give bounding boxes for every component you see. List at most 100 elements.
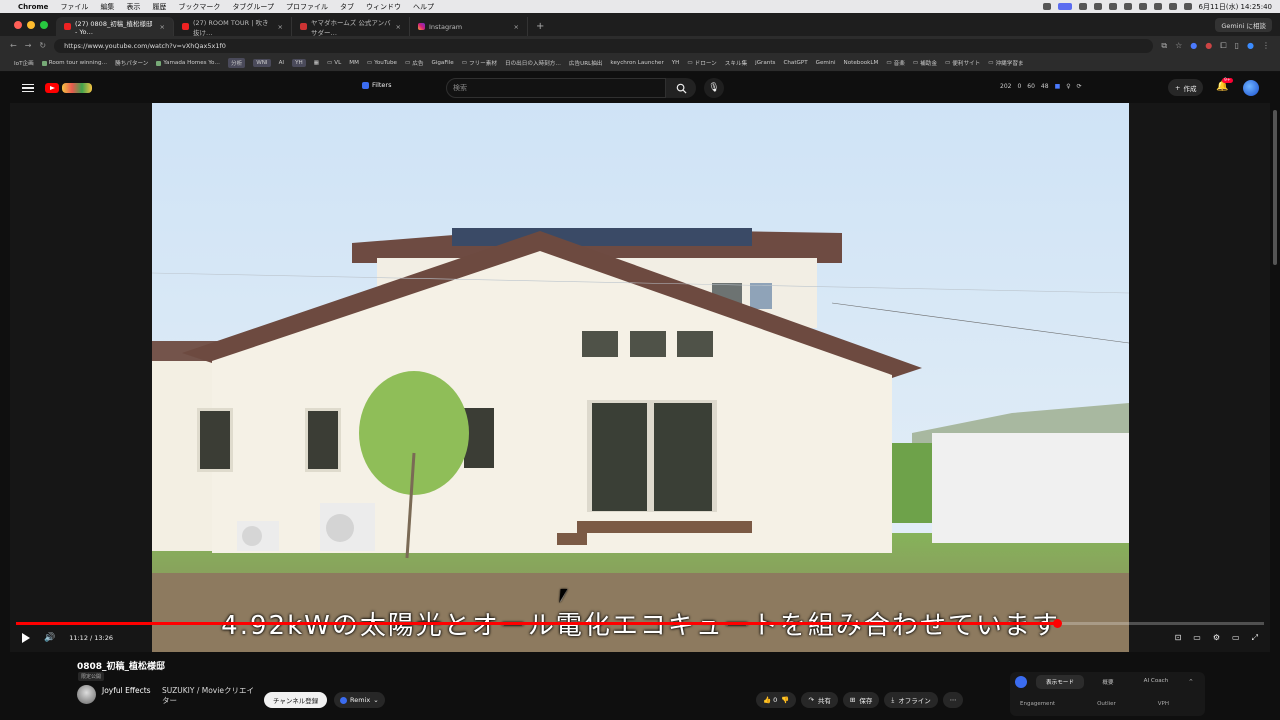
menu-edit[interactable]: 編集 [100, 2, 114, 12]
bookmark-folder[interactable]: ▭ 補助金 [913, 59, 937, 67]
gemini-button[interactable]: Gemini に相談 [1215, 18, 1272, 32]
remix-button[interactable]: Remix ⌄ [334, 692, 385, 708]
notifications-bell-icon[interactable]: 🔔 9+ [1216, 78, 1233, 92]
bookmark-folder[interactable]: ▭ 音楽 [886, 59, 905, 67]
menu-history[interactable]: 履歴 [152, 2, 166, 12]
zoom-window-button[interactable] [40, 21, 48, 29]
menu-tabgroups[interactable]: タブグループ [232, 2, 274, 12]
voice-search-mic-icon[interactable]: 🎙 [704, 78, 724, 98]
bookmark-item[interactable]: Yamada Homes Yo… [156, 60, 220, 66]
bookmark-item[interactable]: jGrants [755, 60, 775, 66]
profile-avatar-icon[interactable]: ● [1247, 41, 1254, 51]
segment-display-mode[interactable]: 表示モード [1036, 675, 1084, 689]
ext-logo-icon[interactable] [1015, 676, 1027, 688]
like-button[interactable]: 👍 0 [763, 696, 777, 704]
bookmark-item[interactable]: Room tour winning… [41, 60, 107, 66]
tray-icon[interactable] [1093, 3, 1102, 10]
menu-tab[interactable]: タブ [340, 2, 354, 12]
bookmark-item[interactable]: スキル集 [725, 59, 747, 67]
browser-tab[interactable]: (27) 0808_初稿_植松様邸 - Yo… × [56, 17, 174, 36]
reload-icon[interactable]: ↻ [39, 41, 46, 50]
bookmark-folder[interactable]: ▭ YouTube [367, 60, 397, 66]
save-button[interactable]: ⊞ 保存 [842, 692, 880, 708]
bookmark-folder[interactable]: ▭ ドローン [687, 59, 716, 67]
fullscreen-icon[interactable]: ⤢ [1252, 633, 1258, 643]
sidebar-icon[interactable]: ▯ [1235, 41, 1239, 51]
extension-icon[interactable]: ● [1190, 41, 1197, 51]
close-tab-icon[interactable]: × [278, 23, 283, 31]
page-scrollbar[interactable] [1273, 110, 1277, 265]
subtitles-icon[interactable]: ▭ [1193, 633, 1201, 643]
menu-file[interactable]: ファイル [60, 2, 88, 12]
account-avatar[interactable] [1243, 80, 1259, 96]
tray-icon[interactable] [1138, 3, 1147, 10]
browser-tab[interactable]: (27) ROOM TOUR | 吹き抜け… × [174, 17, 292, 37]
battery-icon[interactable] [1183, 3, 1192, 10]
tray-icon[interactable] [1057, 3, 1072, 10]
install-icon[interactable]: ⧉ [1161, 41, 1167, 51]
app-menu[interactable]: Chrome [18, 3, 48, 11]
dislike-button[interactable]: 👎 [781, 696, 789, 704]
create-button[interactable]: + 作成 [1168, 79, 1204, 96]
bookmark-folder[interactable]: ▭ 広告 [405, 59, 424, 67]
bookmark-item[interactable]: keychron Launcher [610, 60, 663, 66]
close-tab-icon[interactable]: × [396, 23, 401, 31]
minimize-window-button[interactable] [27, 21, 35, 29]
chevron-up-icon[interactable]: ⌃ [1188, 678, 1194, 686]
url-field[interactable]: https://www.youtube.com/watch?v=vXhQax5x… [54, 38, 1154, 53]
bookmark-item[interactable]: IoT企画 [14, 59, 34, 67]
clock[interactable]: 6月11日(水) 14:25:40 [1199, 2, 1273, 12]
ext-tool-icon[interactable]: ♀ [1066, 83, 1070, 90]
bookmark-item[interactable]: MM [349, 60, 359, 66]
bookmark-folder[interactable]: ▭ 沖縄学習ま [988, 59, 1023, 67]
ext-tool-icon[interactable]: ⟳ [1077, 83, 1082, 90]
volume-icon[interactable]: 🔊 [44, 633, 55, 643]
bookmark-folder[interactable]: ▭ フリー素材 [462, 59, 497, 67]
bookmark-item[interactable]: NotebookLM [844, 60, 879, 66]
bookmark-item[interactable]: GigaFile [431, 60, 453, 66]
subscribe-button[interactable]: チャンネル登録 [264, 692, 328, 708]
bookmark-item[interactable]: ChatGPT [783, 60, 807, 66]
filters-button[interactable]: Filters [362, 81, 391, 89]
bookmark-item[interactable]: 勝ちパターン [115, 59, 148, 67]
forward-icon[interactable]: → [25, 41, 32, 50]
browser-tab[interactable]: Instagram × [410, 17, 528, 36]
menu-view[interactable]: 表示 [126, 2, 140, 12]
extension-icon[interactable]: ● [1205, 41, 1212, 51]
bookmark-item[interactable]: YH [292, 59, 306, 67]
channel-name[interactable]: Joyful Effects [102, 686, 151, 695]
tray-icon[interactable] [1042, 3, 1051, 10]
menu-help[interactable]: ヘルプ [413, 2, 434, 12]
channel-collaborators[interactable]: SUZUKIY / Movieクリエイター [162, 686, 257, 706]
share-button[interactable]: ↷ 共有 [801, 692, 838, 708]
back-icon[interactable]: ← [10, 41, 17, 50]
more-menu-icon[interactable]: ⋮ [1262, 41, 1270, 51]
new-tab-button[interactable]: + [528, 21, 552, 36]
video-player[interactable]: 4.92kWの太陽光とオール電化エコキュートを組み合わせています 🔊 11:12… [10, 103, 1270, 652]
tray-icon[interactable] [1153, 3, 1162, 10]
hamburger-menu-icon[interactable] [22, 83, 34, 93]
bookmark-item[interactable]: ▦ [314, 60, 319, 66]
settings-gear-icon[interactable]: ⚙ [1213, 633, 1220, 643]
search-input[interactable]: 検索 [446, 78, 666, 98]
close-tab-icon[interactable]: × [160, 23, 165, 31]
menu-window[interactable]: ウィンドウ [366, 2, 401, 12]
theater-mode-icon[interactable]: ▭ [1232, 633, 1240, 643]
extensions-puzzle-icon[interactable]: ⧠ [1220, 41, 1226, 51]
bookmark-folder[interactable]: ▭ VL [327, 60, 341, 66]
scrubber-handle[interactable] [1052, 619, 1062, 628]
bookmark-item[interactable]: WNI [253, 59, 271, 67]
menu-bookmarks[interactable]: ブックマーク [178, 2, 220, 12]
segment-ai-coach[interactable]: AI Coach [1132, 675, 1180, 689]
youtube-logo[interactable] [45, 83, 92, 93]
tray-icon[interactable] [1123, 3, 1132, 10]
tray-icon[interactable] [1078, 3, 1087, 10]
video-frame[interactable]: 4.92kWの太陽光とオール電化エコキュートを組み合わせています [152, 103, 1129, 652]
bookmark-item[interactable]: AI [279, 60, 284, 66]
offline-button[interactable]: ⤓ オフライン [884, 692, 938, 708]
more-actions-button[interactable]: ⋯ [942, 692, 964, 708]
bookmark-item[interactable]: 広告URL抽出 [569, 59, 602, 67]
segment-overview[interactable]: 概要 [1084, 675, 1132, 689]
bookmark-item[interactable]: 日の出日の入時刻方… [505, 59, 561, 67]
bookmark-folder[interactable]: ▭ 便利サイト [945, 59, 980, 67]
